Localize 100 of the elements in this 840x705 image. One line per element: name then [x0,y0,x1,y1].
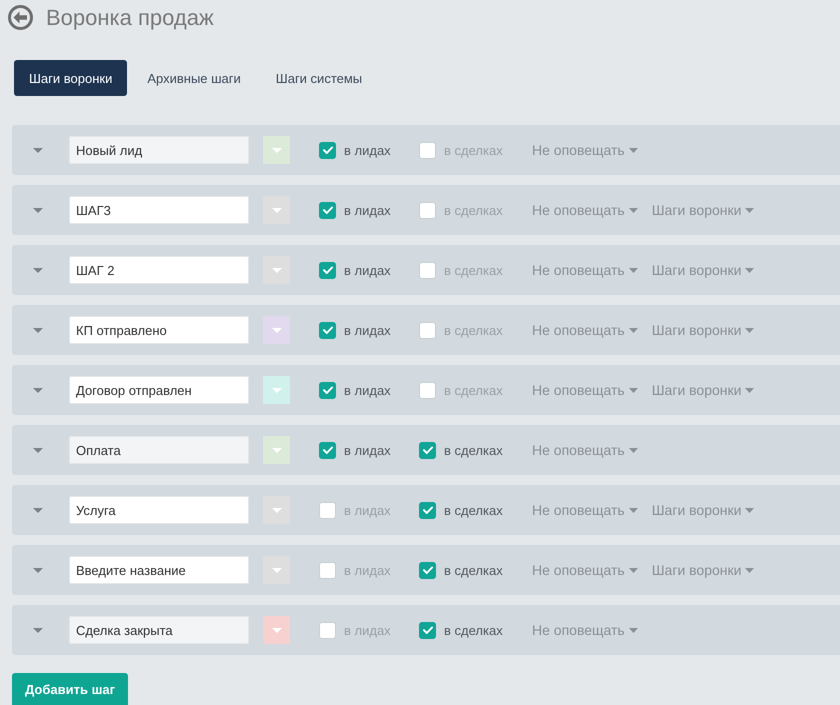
checkbox-label: в лидах [344,502,391,518]
dropdown-button[interactable]: Не оповещать [532,562,638,578]
caret-icon[interactable] [33,268,43,272]
checkbox-label: в лидах [344,142,391,158]
check-icon [322,266,332,274]
checkbox-label: в лидах [344,202,391,218]
check-icon [422,506,432,514]
caret-icon [272,568,282,572]
checkbox-label: в сделках [444,202,503,218]
color-picker-button[interactable] [263,316,290,344]
caret-icon [745,568,754,572]
caret-icon [628,268,638,272]
color-picker-button[interactable] [263,376,290,404]
step-name-field[interactable]: Договор отправлен [69,376,249,404]
caret-icon [628,628,638,632]
step-name-field[interactable]: ШАГ3 [69,196,249,224]
check-icon [322,146,332,154]
check-icon [322,206,332,214]
caret-icon [628,568,638,572]
dropdown-button[interactable]: Не оповещать [532,262,638,278]
check-icon [422,566,432,574]
caret-icon[interactable] [33,208,43,212]
checkbox-label: в лидах [344,562,391,578]
checkbox[interactable] [319,202,336,218]
dropdown-button[interactable]: Шаги воронки [652,502,754,518]
checkbox[interactable] [319,322,336,338]
caret-icon [272,628,282,632]
color-picker-button[interactable] [263,196,290,224]
dropdown-button[interactable]: Шаги воронки [652,322,754,338]
dropdown-button[interactable]: Не оповещать [532,322,638,338]
caret-icon[interactable] [33,628,43,632]
caret-icon [272,388,282,392]
dropdown-button[interactable]: Шаги воронки [652,382,754,398]
step-name-field[interactable]: Введите название [69,556,249,584]
checkbox[interactable] [419,202,436,218]
back-icon[interactable] [8,5,33,30]
caret-icon [628,508,638,512]
tab[interactable]: Архивные шаги [132,60,256,96]
page-title: Воронка продаж [46,5,214,30]
checkbox-label: в лидах [344,262,391,278]
color-picker-button[interactable] [263,496,290,524]
checkbox[interactable] [419,322,436,338]
step-name-field[interactable]: КП отправлено [69,316,249,344]
checkbox[interactable] [319,562,336,578]
caret-icon [272,208,282,212]
check-icon [422,446,432,454]
dropdown-button[interactable]: Не оповещать [532,502,638,518]
caret-icon [272,268,282,272]
check-icon [422,626,432,634]
checkbox-label: в лидах [344,322,391,338]
caret-icon [628,448,638,452]
checkbox[interactable] [319,382,336,398]
caret-icon [745,508,754,512]
caret-icon [272,508,282,512]
step-name-field[interactable]: ШАГ 2 [69,256,249,284]
caret-icon [628,148,638,152]
color-picker-button[interactable] [263,256,290,284]
caret-icon[interactable] [33,508,43,512]
dropdown-button[interactable]: Шаги воронки [652,262,754,278]
checkbox-label: в сделках [444,502,503,518]
add-step-button[interactable]: Добавить шаг [12,673,128,705]
checkbox[interactable] [419,562,436,578]
caret-icon[interactable] [33,448,43,452]
check-icon [322,446,332,454]
caret-icon [272,328,282,332]
caret-icon [745,208,754,212]
checkbox-label: в лидах [344,622,391,638]
checkbox[interactable] [319,262,336,278]
color-picker-button[interactable] [263,556,290,584]
caret-icon[interactable] [33,388,43,392]
dropdown-button[interactable]: Не оповещать [532,382,638,398]
checkbox-label: в лидах [344,382,391,398]
caret-icon [745,268,754,272]
checkbox[interactable] [319,502,336,518]
checkbox-label: в сделках [444,322,503,338]
checkbox-label: в сделках [444,382,503,398]
tab[interactable]: Шаги системы [260,60,378,96]
checkbox[interactable] [419,502,436,518]
dropdown-button[interactable]: Не оповещать [532,202,638,218]
caret-icon [628,208,638,212]
caret-icon[interactable] [33,148,43,152]
checkbox-label: в сделках [444,142,503,158]
checkbox-label: в сделках [444,262,503,278]
checkbox-label: в сделках [444,622,503,638]
caret-icon [745,388,754,392]
caret-icon [272,448,282,452]
caret-icon[interactable] [33,568,43,572]
caret-icon[interactable] [33,328,43,332]
checkbox-label: в сделках [444,442,503,458]
step-name-field[interactable]: Услуга [69,496,249,524]
caret-icon [628,328,638,332]
check-icon [322,326,332,334]
checkbox-label: в лидах [344,442,391,458]
tab[interactable]: Шаги воронки [14,60,128,96]
dropdown-button[interactable]: Шаги воронки [652,202,754,218]
checkbox[interactable] [419,262,436,278]
checkbox[interactable] [419,382,436,398]
dropdown-button[interactable]: Шаги воронки [652,562,754,578]
check-icon [322,386,332,394]
checkbox-label: в сделках [444,562,503,578]
